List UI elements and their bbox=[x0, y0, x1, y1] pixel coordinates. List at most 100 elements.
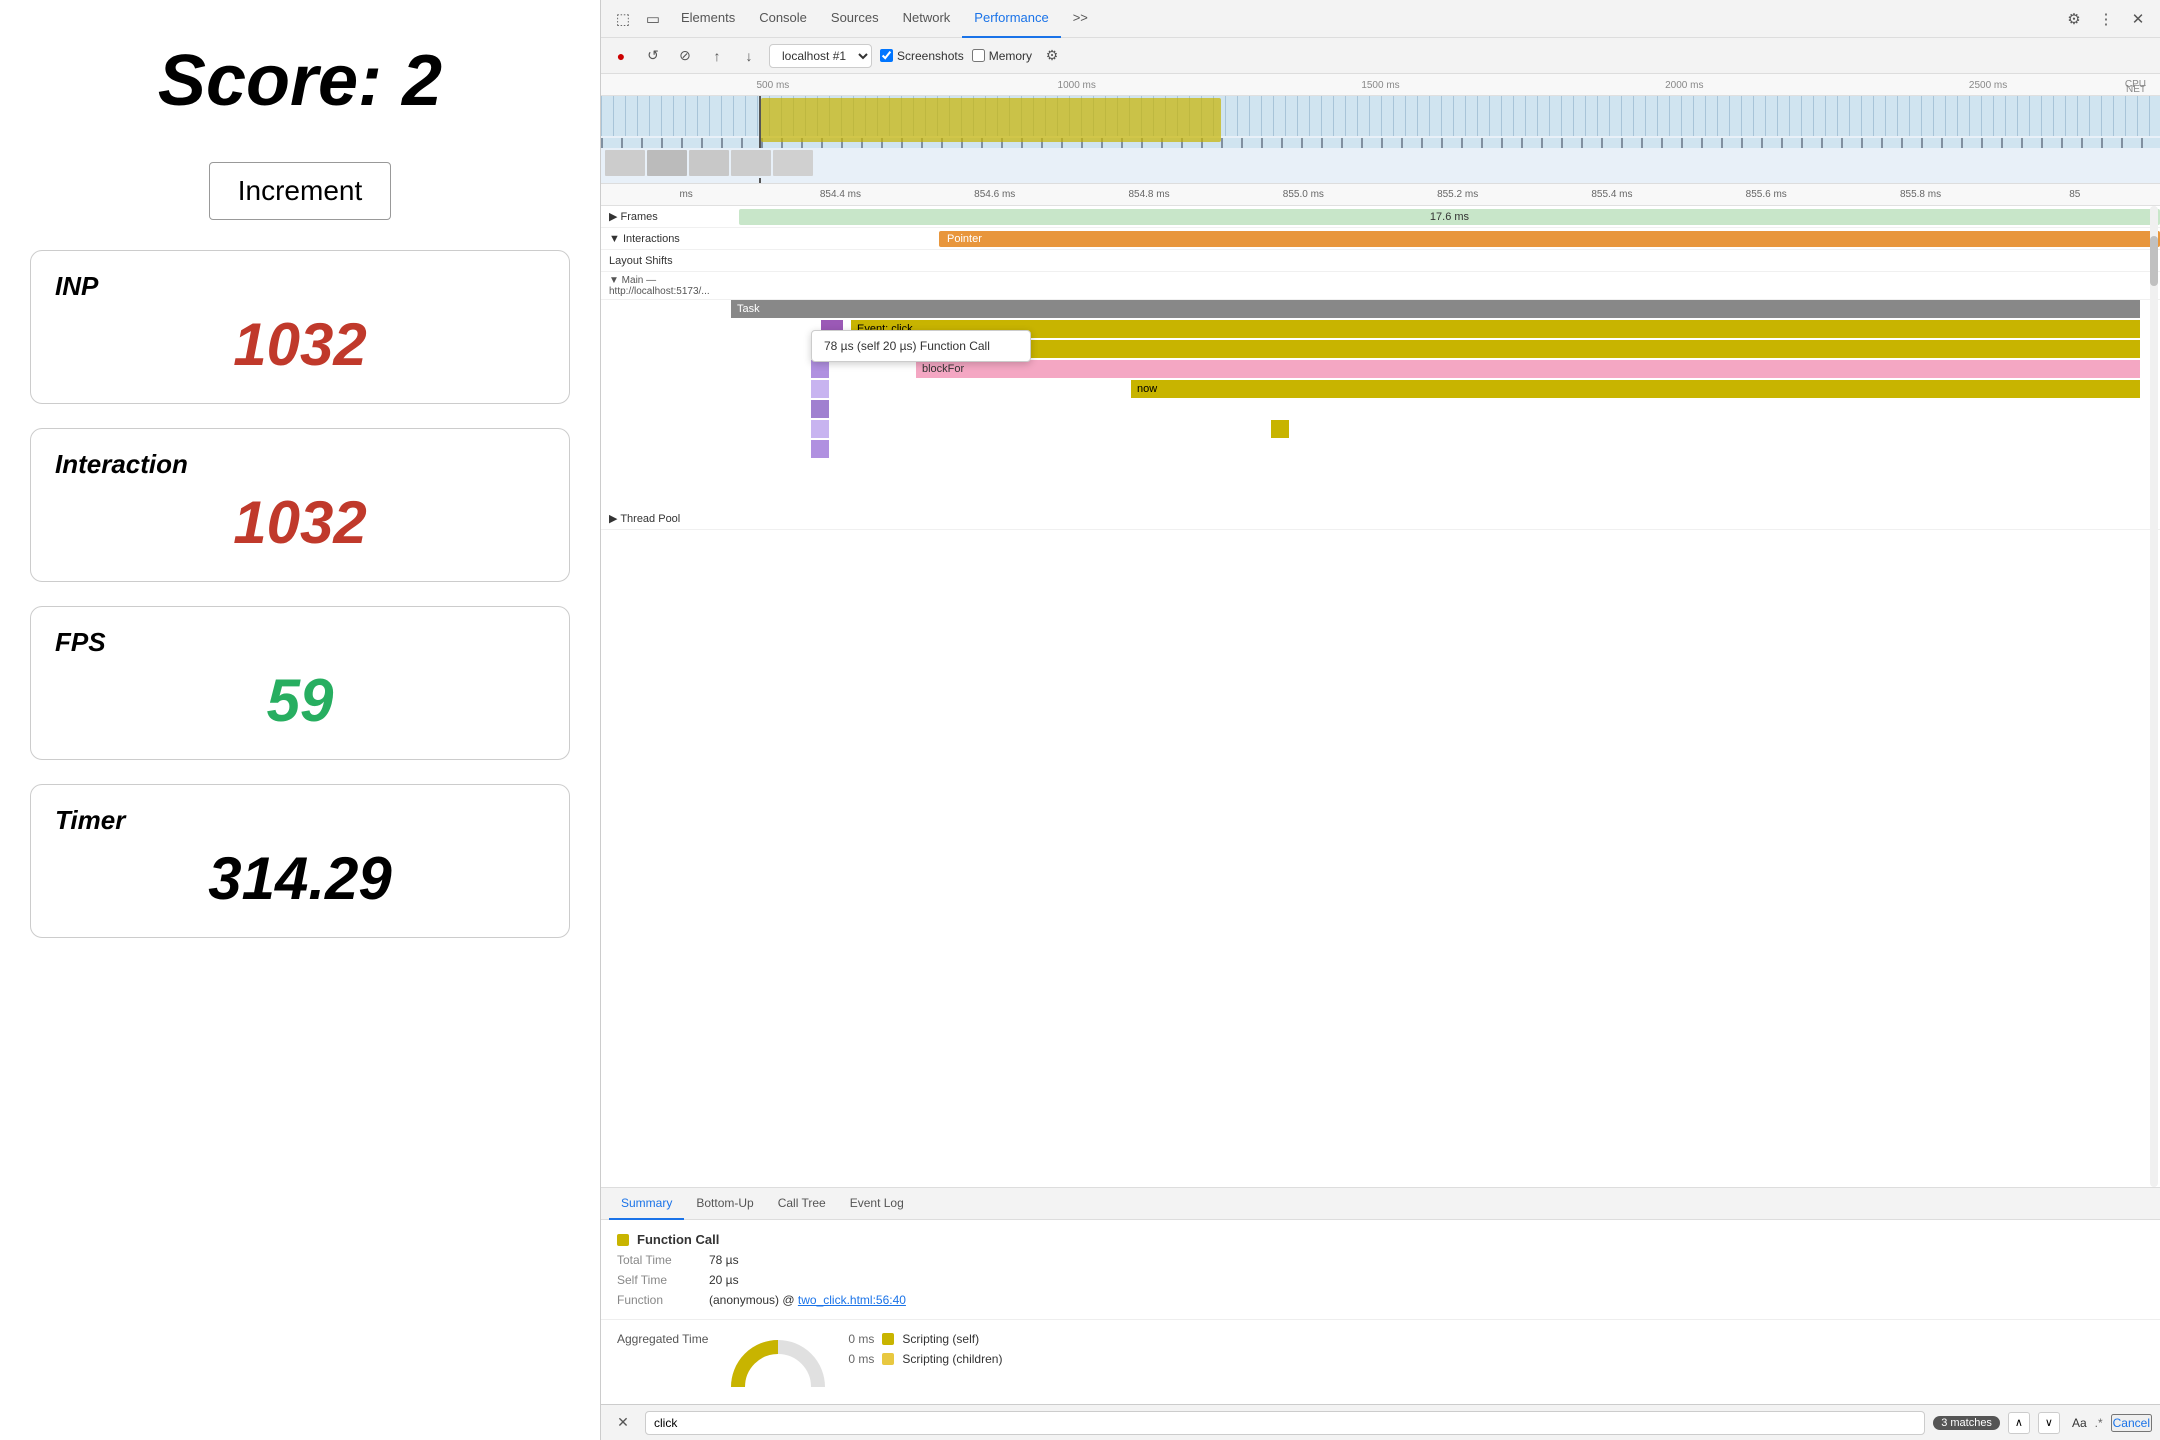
flamechart-area[interactable]: ms854.4 ms854.6 ms854.8 ms855.0 ms855.2 … bbox=[601, 184, 2160, 1188]
tab-elements[interactable]: Elements bbox=[669, 0, 747, 38]
main-thread-row: ▼ Main — http://localhost:5173/... bbox=[601, 272, 2160, 300]
url-select[interactable]: localhost #1 bbox=[769, 44, 872, 68]
metric-value-fps: 59 bbox=[55, 666, 545, 735]
flamechart-ruler-tick: 855.2 ms bbox=[1380, 189, 1534, 200]
total-time-row: Total Time 78 µs bbox=[617, 1253, 2144, 1267]
interactions-label: ▼ Interactions bbox=[609, 233, 739, 245]
search-matches-badge: 3 matches bbox=[1933, 1416, 2000, 1430]
capture-settings-icon[interactable]: ⚙ bbox=[1040, 44, 1064, 68]
flame-bars-area[interactable]: Task Event: click F... Function Call blo… bbox=[731, 300, 2160, 500]
timeline-area[interactable]: CPU NET 500 ms1000 ms1500 ms2000 ms2500 … bbox=[601, 74, 2160, 184]
screenshots-row bbox=[601, 148, 2160, 178]
frames-content: 17.6 ms bbox=[739, 208, 2160, 226]
metric-label-fps: FPS bbox=[55, 627, 545, 658]
increment-button[interactable]: Increment bbox=[209, 162, 392, 220]
timeline-ruler-tick: 2000 ms bbox=[1532, 80, 1836, 91]
metric-value-timer: 314.29 bbox=[55, 844, 545, 913]
task-bar[interactable]: Task bbox=[731, 300, 2140, 318]
tab-performance[interactable]: Performance bbox=[962, 0, 1060, 38]
device-toolbar-icon[interactable]: ▭ bbox=[639, 5, 667, 33]
timeline-ruler-tick: 2500 ms bbox=[1836, 80, 2140, 91]
agg-legend-item: 0 ms Scripting (children) bbox=[848, 1352, 1002, 1366]
metric-value-inp: 1032 bbox=[55, 310, 545, 379]
summary-panel: Function Call Total Time 78 µs Self Time… bbox=[601, 1220, 2160, 1320]
memory-checkbox-label[interactable]: Memory bbox=[972, 49, 1032, 63]
screenshots-checkbox-label[interactable]: Screenshots bbox=[880, 49, 964, 63]
flamechart-ruler-tick: 85 bbox=[1998, 189, 2152, 200]
flamechart-ruler-tick: 854.6 ms bbox=[918, 189, 1072, 200]
function-link[interactable]: two_click.html:56:40 bbox=[798, 1293, 906, 1307]
metric-label-inp: INP bbox=[55, 271, 545, 302]
agg-legend: 0 ms Scripting (self) 0 ms Scripting (ch… bbox=[848, 1332, 1002, 1366]
interactions-bar[interactable]: Pointer bbox=[939, 231, 2160, 247]
main-thread-label: ▼ Main — http://localhost:5173/... bbox=[609, 275, 739, 297]
blockfor-bar[interactable]: blockFor bbox=[916, 360, 2140, 378]
bottom-tab-call-tree[interactable]: Call Tree bbox=[766, 1188, 838, 1220]
layout-shifts-content bbox=[739, 252, 2160, 270]
flamechart-scrollbar-thumb[interactable] bbox=[2150, 236, 2158, 286]
timeline-selection[interactable] bbox=[761, 98, 1221, 142]
tab-sources[interactable]: Sources bbox=[819, 0, 891, 38]
thread-pool-row: ▶ Thread Pool bbox=[601, 508, 2160, 530]
yellow-indicator bbox=[1271, 420, 1289, 438]
metric-card-inp: INP 1032 bbox=[30, 250, 570, 404]
metric-card-timer: Timer 314.29 bbox=[30, 784, 570, 938]
close-devtools-icon[interactable]: ✕ bbox=[2124, 5, 2152, 33]
devtools-tabs: ElementsConsoleSourcesNetworkPerformance… bbox=[669, 0, 2058, 38]
summary-title: Function Call bbox=[617, 1232, 2144, 1247]
search-bar: ✕ 3 matches ∧ ∨ Aa .* Cancel bbox=[601, 1404, 2160, 1440]
flamechart-content[interactable]: ▶ Frames 17.6 ms ▼ Interactions Pointer … bbox=[601, 206, 2160, 1187]
record-button[interactable]: ● bbox=[609, 44, 633, 68]
settings-icon[interactable]: ⚙ bbox=[2060, 5, 2088, 33]
tooltip: 78 µs (self 20 µs) Function Call bbox=[811, 330, 1031, 362]
function-row: Function (anonymous) @ two_click.html:56… bbox=[617, 1293, 2144, 1307]
frames-label: ▶ Frames bbox=[609, 210, 739, 223]
timeline-content[interactable] bbox=[601, 96, 2160, 184]
tab-network[interactable]: Network bbox=[891, 0, 963, 38]
metric-card-fps: FPS 59 bbox=[30, 606, 570, 760]
bottom-tab-summary[interactable]: Summary bbox=[609, 1188, 684, 1220]
interactions-content: Pointer bbox=[739, 230, 2160, 248]
now-bar[interactable]: now bbox=[1131, 380, 2140, 398]
bottom-tab-bottom-up[interactable]: Bottom-Up bbox=[684, 1188, 765, 1220]
metric-label-interaction: Interaction bbox=[55, 449, 545, 480]
cancel-button[interactable]: Cancel bbox=[2111, 1414, 2152, 1432]
aggregated-panel: Aggregated Time 0 ms Scripting (self) 0 … bbox=[601, 1320, 2160, 1404]
bottom-tabs: SummaryBottom-UpCall TreeEvent Log bbox=[601, 1188, 2160, 1220]
flamechart-ruler-tick: 855.0 ms bbox=[1226, 189, 1380, 200]
screenshots-checkbox[interactable] bbox=[880, 49, 893, 62]
flamechart-ruler-tick: ms bbox=[609, 189, 763, 200]
upload-button[interactable]: ↑ bbox=[705, 44, 729, 68]
flamechart-ruler-tick: 854.8 ms bbox=[1072, 189, 1226, 200]
flamechart-ruler-tick: 854.4 ms bbox=[763, 189, 917, 200]
memory-checkbox[interactable] bbox=[972, 49, 985, 62]
reload-record-button[interactable]: ↺ bbox=[641, 44, 665, 68]
left-panel: Score: 2 Increment INP 1032 Interaction … bbox=[0, 0, 600, 1440]
search-next-button[interactable]: ∨ bbox=[2038, 1412, 2060, 1434]
frames-bar: 17.6 ms bbox=[739, 209, 2160, 225]
metric-value-interaction: 1032 bbox=[55, 488, 545, 557]
timeline-ruler-ticks: 500 ms1000 ms1500 ms2000 ms2500 ms bbox=[601, 74, 2160, 96]
flamechart-scrollbar[interactable] bbox=[2150, 206, 2158, 1187]
main-thread-content bbox=[739, 277, 2160, 295]
timeline-ruler-tick: 500 ms bbox=[621, 80, 925, 91]
search-close-icon[interactable]: ✕ bbox=[609, 1409, 637, 1437]
clear-button[interactable]: ⊘ bbox=[673, 44, 697, 68]
download-button[interactable]: ↓ bbox=[737, 44, 761, 68]
more-options-icon[interactable]: ⋮ bbox=[2092, 5, 2120, 33]
score-display: Score: 2 bbox=[158, 40, 442, 122]
tab-more[interactable]: >> bbox=[1061, 0, 1100, 38]
frames-row: ▶ Frames 17.6 ms bbox=[601, 206, 2160, 228]
tooltip-text: 78 µs (self 20 µs) Function Call bbox=[824, 339, 990, 353]
devtools-panel: ⬚ ▭ ElementsConsoleSourcesNetworkPerform… bbox=[600, 0, 2160, 1440]
function-call-bar[interactable]: Function Call bbox=[916, 340, 2140, 358]
tab-console[interactable]: Console bbox=[747, 0, 819, 38]
bottom-tab-event-log[interactable]: Event Log bbox=[838, 1188, 916, 1220]
flamechart-ruler-tick: 855.8 ms bbox=[1843, 189, 1997, 200]
search-input[interactable] bbox=[645, 1411, 1925, 1435]
search-prev-button[interactable]: ∧ bbox=[2008, 1412, 2030, 1434]
flamechart-ruler-tick: 855.4 ms bbox=[1535, 189, 1689, 200]
metric-card-interaction: Interaction 1032 bbox=[30, 428, 570, 582]
event-click-bar[interactable]: Event: click bbox=[851, 320, 2140, 338]
inspect-element-icon[interactable]: ⬚ bbox=[609, 5, 637, 33]
